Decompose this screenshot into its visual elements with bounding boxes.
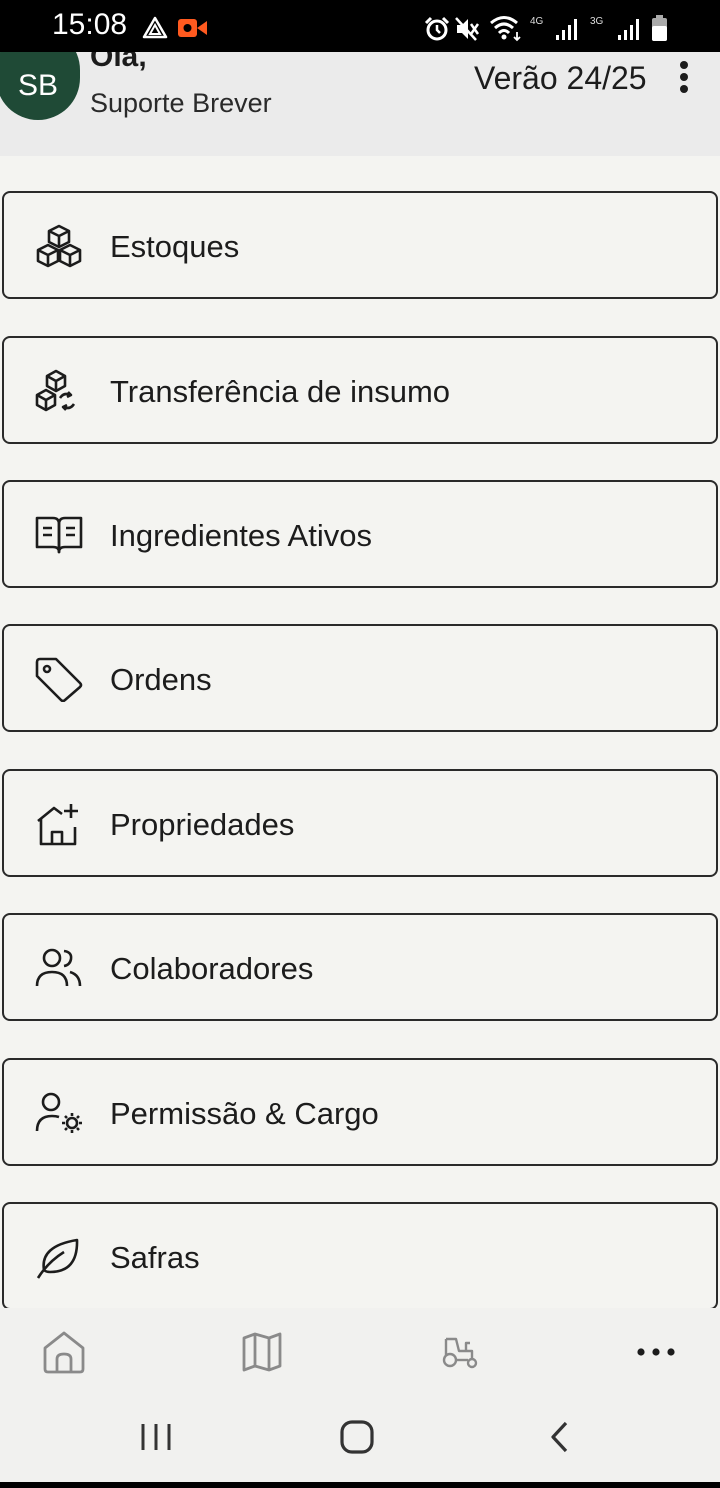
alarm-icon [424, 16, 450, 41]
back-icon[interactable] [530, 1412, 590, 1462]
menu-item-propriedades[interactable]: Propriedades [2, 769, 718, 877]
book-open-icon [34, 512, 84, 558]
video-record-icon [178, 19, 207, 37]
menu-list: Estoques Transferência de insumo Ingredi… [0, 156, 720, 1308]
season-selector[interactable]: Verão 24/25 [474, 60, 647, 97]
mute-icon [455, 17, 480, 41]
menu-item-ordens[interactable]: Ordens [2, 624, 718, 732]
menu-item-label: Propriedades [110, 807, 295, 842]
battery-icon [652, 15, 667, 41]
user-name: Suporte Brever [90, 88, 272, 118]
user-gear-icon [34, 1090, 84, 1136]
menu-item-transferencia[interactable]: Transferência de insumo [2, 336, 718, 444]
more-icon[interactable] [628, 1328, 684, 1376]
house-plus-icon [34, 801, 84, 847]
menu-item-label: Safras [110, 1240, 200, 1275]
menu-item-permissao[interactable]: Permissão & Cargo [2, 1058, 718, 1166]
wifi-icon [490, 16, 521, 42]
users-icon [34, 945, 84, 991]
menu-item-safras[interactable]: Safras [2, 1202, 718, 1308]
status-time: 15:08 [52, 8, 128, 41]
menu-item-ingredientes[interactable]: Ingredientes Ativos [2, 480, 718, 588]
leaf-icon [34, 1234, 84, 1280]
signal-icon-secondary [618, 19, 639, 40]
home-icon[interactable] [36, 1328, 92, 1376]
menu-item-label: Estoques [110, 229, 240, 264]
map-icon[interactable] [234, 1328, 290, 1376]
menu-item-label: Colaboradores [110, 951, 314, 986]
menu-item-estoques[interactable]: Estoques [2, 191, 718, 299]
signal-icon [556, 19, 577, 40]
menu-item-label: Transferência de insumo [110, 374, 451, 409]
screen-edge [0, 1482, 720, 1488]
home-circle-icon[interactable] [327, 1412, 387, 1462]
status-bar: 15:08 4G 3G [0, 0, 720, 52]
system-nav-bar [0, 1396, 720, 1482]
kebab-menu-icon[interactable] [676, 60, 692, 96]
menu-item-label: Ordens [110, 662, 212, 697]
avatar-initials: SB [17, 69, 59, 102]
avatar-container[interactable]: SB [0, 52, 84, 122]
network-3g-label: 3G [590, 16, 604, 27]
menu-item-colaboradores[interactable]: Colaboradores [2, 913, 718, 1021]
bottom-nav [0, 1308, 720, 1396]
drive-icon [142, 16, 168, 39]
menu-item-label: Ingredientes Ativos [110, 518, 372, 553]
tractor-icon[interactable] [432, 1328, 488, 1376]
cubes-transfer-icon [34, 368, 84, 414]
greeting-text: Olá, [90, 52, 147, 73]
avatar[interactable]: SB [0, 52, 80, 120]
network-4g-label: 4G [530, 16, 544, 27]
cubes-icon [34, 223, 84, 269]
tag-icon [34, 656, 84, 702]
menu-item-label: Permissão & Cargo [110, 1096, 379, 1131]
recent-apps-icon[interactable] [126, 1412, 186, 1462]
